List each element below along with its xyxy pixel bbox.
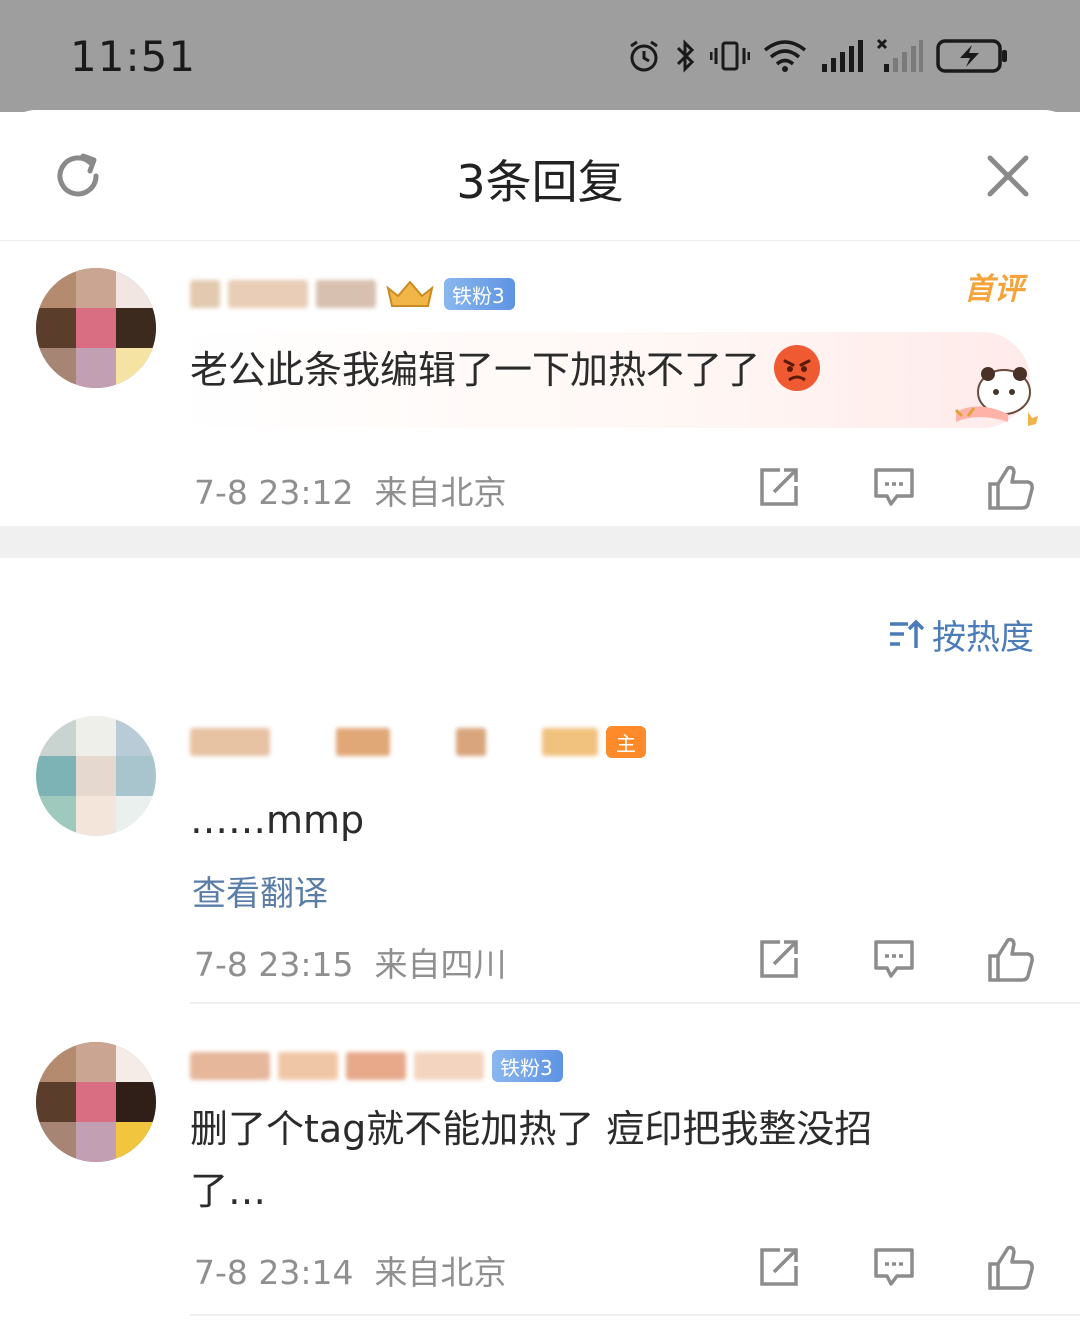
comment-time: 7-8 23:15	[194, 945, 354, 984]
comment-actions	[756, 934, 1036, 984]
like-icon[interactable]	[986, 934, 1036, 984]
section-divider	[0, 526, 1080, 558]
comment-icon[interactable]	[871, 1244, 917, 1290]
repost-icon[interactable]	[756, 936, 802, 982]
reply-item: 主 ……mmp 查看翻译 7-8 23:15 来自四川	[0, 706, 1080, 1006]
replies-sheet: 3条回复 铁粉3 首评 老公此条我编辑了一下加热不了了 7-8 23:12 来自…	[0, 110, 1080, 1329]
fan-badge-label: 铁粉3	[452, 283, 505, 308]
username-blurred	[336, 728, 390, 756]
signal-weak-icon	[876, 38, 923, 72]
fan-badge: 铁粉3	[444, 278, 515, 310]
comment-actions	[756, 1242, 1036, 1292]
repost-icon[interactable]	[756, 1244, 802, 1290]
comment-icon[interactable]	[871, 464, 917, 510]
username-blurred	[278, 728, 328, 756]
status-bar: 11:51	[0, 0, 1080, 112]
username-row: 铁粉3	[190, 1046, 563, 1086]
comment-time: 7-8 23:14	[194, 1253, 354, 1292]
fan-badge: 铁粉3	[492, 1050, 563, 1082]
alarm-icon	[630, 40, 658, 72]
username-blurred	[346, 1052, 406, 1080]
reply-divider	[190, 1314, 1080, 1316]
username-row: 主	[190, 722, 646, 762]
bluetooth-icon	[676, 39, 695, 73]
comment-location: 来自北京	[374, 473, 507, 512]
battery-charging-icon	[936, 39, 1007, 73]
username-blurred	[456, 728, 486, 756]
repost-icon[interactable]	[756, 464, 802, 510]
comment-icon[interactable]	[871, 936, 917, 982]
username-blurred	[278, 1052, 338, 1080]
sort-label: 按热度	[932, 618, 1034, 658]
username-blurred	[190, 280, 220, 308]
host-badge: 主	[606, 726, 646, 758]
like-icon[interactable]	[986, 462, 1036, 512]
username-row: 铁粉3	[190, 274, 515, 314]
username-blurred	[414, 1052, 484, 1080]
username-blurred	[190, 1052, 270, 1080]
comment-meta: 7-8 23:14 来自北京	[194, 1246, 506, 1294]
sort-icon	[890, 619, 925, 648]
comment-text: ……mmp	[190, 798, 365, 842]
sort-button[interactable]: 按热度	[888, 610, 1034, 659]
host-badge-label: 主	[616, 731, 636, 756]
username-blurred	[190, 728, 270, 756]
username-blurred	[316, 280, 376, 308]
translate-link[interactable]: 查看翻译	[192, 866, 328, 915]
reply-divider	[190, 1002, 1080, 1004]
first-comment-badge: 首评	[964, 272, 1024, 307]
vibrate-icon	[710, 41, 750, 71]
fan-badge-label: 铁粉3	[500, 1055, 553, 1080]
comment-meta: 7-8 23:15 来自四川	[194, 938, 506, 986]
username-blurred	[494, 728, 534, 756]
like-icon[interactable]	[986, 1242, 1036, 1292]
username-blurred	[228, 280, 308, 308]
status-icons	[626, 36, 1008, 76]
close-icon[interactable]	[984, 152, 1032, 200]
sheet-header: 3条回复	[0, 110, 1080, 241]
comment-time: 7-8 23:12	[194, 473, 354, 512]
username-blurred	[398, 728, 448, 756]
comment-text-line: 删了个tag就不能加热了 痘印把我整没招	[190, 1107, 873, 1151]
angry-face-icon	[774, 345, 821, 391]
root-comment: 铁粉3 首评 老公此条我编辑了一下加热不了了 7-8 23:12 来自北京	[0, 250, 1080, 526]
comment-text: 删了个tag就不能加热了 痘印把我整没招 了…	[190, 1098, 872, 1222]
sheet-title: 3条回复	[456, 155, 624, 209]
crown-icon	[386, 280, 434, 307]
comment-text-line: 了…	[190, 1169, 267, 1213]
wifi-icon	[763, 40, 807, 72]
panda-sticker-icon	[954, 367, 1038, 426]
username-blurred	[542, 728, 598, 756]
status-time: 11:51	[70, 32, 197, 81]
reply-item: 铁粉3 删了个tag就不能加热了 痘印把我整没招 了… 7-8 23:14 来自…	[0, 1032, 1080, 1322]
comment-text-content: 老公此条我编辑了一下加热不了了	[190, 348, 761, 392]
signal-icon	[822, 40, 863, 72]
comment-meta: 7-8 23:12 来自北京	[194, 466, 506, 514]
avatar[interactable]	[36, 268, 156, 388]
comment-actions	[756, 462, 1036, 512]
comment-location: 来自四川	[374, 945, 507, 984]
avatar[interactable]	[36, 716, 156, 836]
comment-location: 来自北京	[374, 1253, 507, 1292]
comment-text: 老公此条我编辑了一下加热不了了	[190, 340, 822, 400]
avatar[interactable]	[36, 1042, 156, 1162]
